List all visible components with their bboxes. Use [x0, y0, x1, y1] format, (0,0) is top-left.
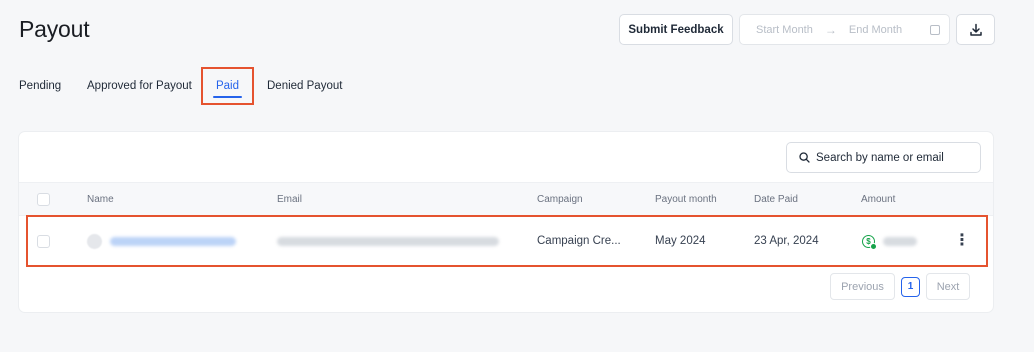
- tab-label: Approved for Payout: [87, 80, 192, 92]
- name-cell: [87, 217, 236, 265]
- download-button[interactable]: [956, 14, 995, 45]
- search-input[interactable]: [816, 151, 966, 164]
- column-header-date-paid[interactable]: Date Paid: [754, 183, 798, 215]
- redacted-email: [277, 236, 499, 246]
- table-header: Name Email Campaign Payout month Date Pa…: [19, 182, 993, 216]
- more-options-icon[interactable]: ⋮: [954, 233, 970, 249]
- tab-label: Paid: [215, 80, 240, 92]
- page-title: Payout: [19, 16, 90, 42]
- tab-denied-payout[interactable]: Denied Payout: [253, 68, 353, 104]
- next-page-button[interactable]: Next: [926, 273, 970, 300]
- tab-label: Denied Payout: [267, 80, 343, 92]
- avatar: [87, 233, 102, 249]
- tab-label: Pending: [19, 80, 62, 92]
- tab-bar: Pending Approved for Payout Paid Denied …: [19, 67, 353, 105]
- calendar-icon[interactable]: [930, 24, 940, 35]
- column-header-email[interactable]: Email: [277, 183, 302, 215]
- search-box[interactable]: [786, 142, 981, 173]
- tab-paid[interactable]: Paid: [201, 67, 254, 105]
- date-paid-cell: 23 Apr, 2024: [754, 235, 819, 247]
- submit-feedback-button[interactable]: Submit Feedback: [619, 14, 733, 45]
- column-header-amount[interactable]: Amount: [861, 183, 895, 215]
- paid-dollar-icon: $: [862, 234, 877, 250]
- pagination: Previous 1 Next: [830, 273, 970, 300]
- end-month-placeholder[interactable]: End Month: [849, 24, 902, 36]
- redacted-name: [110, 236, 236, 246]
- date-range-picker[interactable]: Start Month → End Month: [739, 14, 950, 45]
- column-header-payout-month[interactable]: Payout month: [655, 183, 717, 215]
- table-row[interactable]: Campaign Cre... May 2024 23 Apr, 2024 $ …: [26, 215, 988, 267]
- payout-table-card: Name Email Campaign Payout month Date Pa…: [18, 131, 994, 313]
- email-cell: [277, 217, 499, 265]
- payout-month-cell: May 2024: [655, 235, 706, 247]
- tab-approved-for-payout[interactable]: Approved for Payout: [87, 68, 202, 104]
- page-1-button[interactable]: 1: [901, 276, 920, 297]
- arrow-right-icon: →: [824, 22, 837, 37]
- tab-pending[interactable]: Pending: [19, 68, 87, 104]
- select-all-checkbox[interactable]: [37, 192, 50, 206]
- row-checkbox[interactable]: [37, 234, 50, 248]
- campaign-cell: Campaign Cre...: [537, 235, 621, 247]
- start-month-placeholder[interactable]: Start Month: [756, 24, 813, 36]
- search-icon: [799, 152, 810, 163]
- top-actions: Submit Feedback Start Month → End Month: [619, 14, 995, 45]
- redacted-amount: [883, 236, 917, 246]
- column-header-name[interactable]: Name: [87, 183, 114, 215]
- download-icon: [969, 23, 982, 36]
- previous-page-button[interactable]: Previous: [830, 273, 895, 300]
- column-header-campaign[interactable]: Campaign: [537, 183, 583, 215]
- amount-cell: $: [862, 217, 917, 265]
